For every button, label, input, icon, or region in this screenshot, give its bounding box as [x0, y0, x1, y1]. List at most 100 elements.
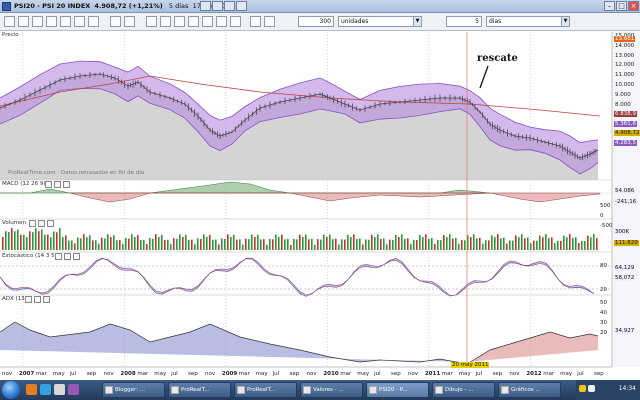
panel-settings-icon[interactable]	[45, 181, 52, 188]
taskbar-item[interactable]: ProRealT...	[168, 382, 231, 398]
units-type-select[interactable]: unidades ▼	[338, 16, 422, 27]
export-icon[interactable]	[216, 16, 227, 27]
panel-close-icon[interactable]	[47, 220, 54, 227]
volume-bar	[416, 240, 418, 250]
media-icon[interactable]	[68, 384, 79, 395]
volume-icon[interactable]	[588, 385, 595, 392]
volume-bar	[335, 238, 337, 250]
taskbar-item[interactable]: PSI20 - P...	[366, 382, 429, 398]
volume-bar	[161, 235, 163, 250]
time-axis-label: mar	[543, 371, 555, 377]
taskbar-item[interactable]: Blogger: ...	[102, 382, 165, 398]
volume-bar	[209, 234, 211, 250]
delete-tool-icon[interactable]	[88, 16, 99, 27]
network-icon[interactable]	[579, 385, 586, 392]
line-tool-icon[interactable]	[32, 16, 43, 27]
panel-maximize-icon[interactable]	[54, 181, 61, 188]
panel-maximize-icon[interactable]	[38, 220, 45, 227]
volume-bar	[29, 231, 31, 250]
volume-bar	[143, 239, 145, 250]
time-axis-label: may	[357, 371, 370, 377]
period-count-field[interactable]: 5	[446, 16, 482, 27]
browser-icon[interactable]	[26, 384, 37, 395]
volume-bar	[308, 239, 310, 250]
volume-bar	[44, 234, 46, 250]
value-badge: 4.908,72	[614, 130, 640, 136]
panel-settings-icon[interactable]	[25, 296, 32, 303]
volume-bar	[62, 237, 64, 250]
fibonacci-tool-icon[interactable]	[60, 16, 71, 27]
price-chart-area[interactable]: ProRealTime.com - Datos retrasados en fi…	[0, 32, 640, 380]
taskbar-item[interactable]: Dibujo - ...	[432, 382, 495, 398]
volume-bar	[419, 235, 421, 250]
indicator-axis-label: 50	[600, 300, 607, 306]
volume-bar	[8, 232, 10, 250]
panel-close-icon[interactable]	[73, 253, 80, 260]
screenshot-icon[interactable]	[202, 16, 213, 27]
start-button[interactable]	[2, 381, 20, 399]
zoom-tool-icon[interactable]	[18, 16, 29, 27]
panel-maximize-icon[interactable]	[34, 296, 41, 303]
volume-bar	[20, 234, 22, 250]
close-button[interactable]: ×	[628, 1, 639, 11]
undo-icon[interactable]	[110, 16, 121, 27]
print-button[interactable]	[236, 1, 247, 11]
volume-bar	[455, 237, 457, 250]
zoom-in-icon[interactable]	[250, 16, 261, 27]
period-type-select[interactable]: dias ▼	[486, 16, 570, 27]
grid-icon[interactable]	[146, 16, 157, 27]
taskbar-item[interactable]: ProRealT...	[234, 382, 297, 398]
time-axis-label: mar	[442, 371, 454, 377]
volume-bar	[11, 228, 13, 250]
volume-bar	[275, 234, 277, 250]
scale-icon[interactable]	[160, 16, 171, 27]
volume-bar	[320, 239, 322, 250]
volume-bar	[185, 234, 187, 250]
price-axis-label: 14.000	[615, 42, 635, 49]
taskbar-item[interactable]: Valores - ...	[300, 382, 363, 398]
volume-bar	[440, 240, 442, 250]
text-tool-icon[interactable]	[46, 16, 57, 27]
volume-bar	[74, 243, 76, 250]
maximize-button[interactable]: □	[616, 1, 627, 11]
channel-tool-icon[interactable]	[74, 16, 85, 27]
volume-bar	[251, 234, 253, 250]
panel-settings-icon[interactable]	[55, 253, 62, 260]
volume-bar	[497, 234, 499, 250]
panel-close-icon[interactable]	[43, 296, 50, 303]
time-axis-label: sep	[87, 371, 97, 377]
panel-settings-icon[interactable]	[29, 220, 36, 227]
chart-type-button[interactable]	[200, 1, 211, 11]
app-icon	[237, 386, 245, 394]
ie-icon[interactable]	[40, 384, 51, 395]
volume-bar	[449, 234, 451, 250]
volume-bar	[527, 237, 529, 250]
panel-maximize-icon[interactable]	[64, 253, 71, 260]
taskbar-item[interactable]: Gráficos ...	[498, 382, 561, 398]
zoom-out-icon[interactable]	[264, 16, 275, 27]
explorer-icon[interactable]	[54, 384, 65, 395]
volume-bar	[281, 234, 283, 250]
cursor-tool-icon[interactable]	[4, 16, 15, 27]
value-badge: 6.838,9	[614, 111, 637, 117]
volume-bar	[554, 243, 556, 250]
volume-bar	[575, 237, 577, 250]
alert-icon[interactable]	[230, 16, 241, 27]
indicator-button[interactable]	[212, 1, 223, 11]
volume-bar	[272, 239, 274, 250]
indicator-axis-label: -500	[600, 223, 613, 229]
volume-bar	[560, 240, 562, 250]
chart-toolbar: 300 unidades ▼ 5 dias ▼	[0, 13, 640, 31]
volume-bar	[512, 240, 514, 250]
volume-bar	[59, 228, 61, 250]
minimize-button[interactable]: –	[604, 1, 615, 11]
units-count-field[interactable]: 300	[298, 16, 334, 27]
redo-icon[interactable]	[124, 16, 135, 27]
panel-close-icon[interactable]	[63, 181, 70, 188]
refresh-icon[interactable]	[174, 16, 185, 27]
period-type-value: dias	[489, 18, 502, 25]
time-axis-label: sep	[188, 371, 198, 377]
settings-icon[interactable]	[188, 16, 199, 27]
compare-button[interactable]	[224, 1, 235, 11]
volume-bar	[35, 228, 37, 250]
